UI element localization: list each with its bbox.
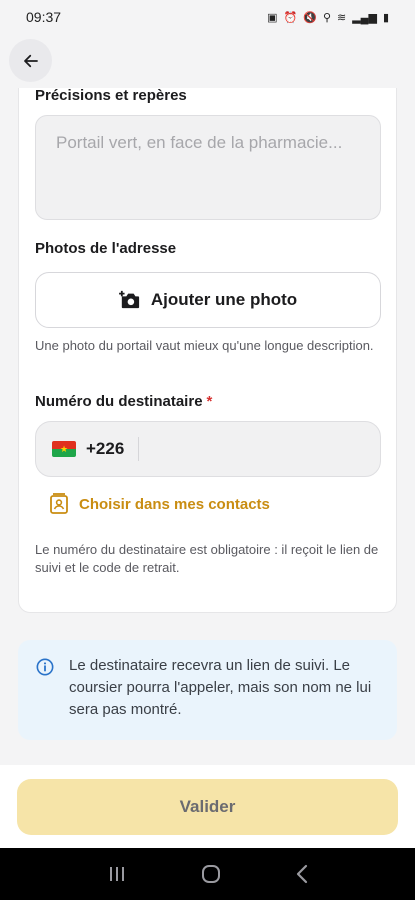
validate-button[interactable]: Valider bbox=[17, 779, 398, 835]
add-photo-icon bbox=[118, 290, 139, 309]
field-separator bbox=[138, 437, 140, 461]
recent-apps-icon[interactable] bbox=[107, 865, 127, 883]
home-icon[interactable] bbox=[200, 863, 222, 885]
add-photo-label: Ajouter une photo bbox=[150, 290, 298, 309]
battery-icon: ▮ bbox=[382, 11, 389, 24]
system-back-icon[interactable] bbox=[295, 864, 309, 884]
info-text: Le destinataire recevra un lien de suivi… bbox=[69, 657, 372, 718]
choose-contacts-button[interactable]: Choisir dans mes contacts bbox=[49, 493, 270, 515]
validate-label: Valider bbox=[179, 797, 236, 816]
photo-help-text: Une photo du portail vaut mieux qu'une l… bbox=[35, 338, 374, 353]
address-form-card: Précisions et repères Portail vert, en f… bbox=[18, 88, 397, 613]
recipient-phone-field[interactable]: ★ +226 bbox=[35, 421, 381, 477]
info-icon bbox=[36, 658, 54, 676]
notification-icon: ▣ bbox=[267, 11, 278, 24]
back-button[interactable] bbox=[9, 39, 52, 82]
alarm-icon: ⏰ bbox=[283, 11, 298, 24]
status-bar: 09:37 ▣ ⏰ 🔇 ⚲ ≋ ▂▄▆ ▮ bbox=[0, 0, 415, 34]
details-label: Précisions et repères bbox=[35, 88, 187, 104]
contacts-icon bbox=[50, 493, 68, 514]
signal-icon: ▂▄▆ bbox=[352, 11, 377, 24]
recipient-label: Numéro du destinataire * bbox=[35, 393, 212, 410]
choose-contacts-label: Choisir dans mes contacts bbox=[79, 495, 270, 513]
status-time: 09:37 bbox=[26, 9, 62, 25]
back-arrow-icon bbox=[23, 54, 38, 67]
footer-bar: Valider bbox=[0, 765, 415, 848]
info-banner: Le destinataire recevra un lien de suivi… bbox=[18, 640, 397, 740]
flag-burkina-faso-icon[interactable]: ★ bbox=[52, 441, 76, 457]
required-mark: * bbox=[206, 393, 213, 410]
system-navigation-bar bbox=[0, 848, 415, 900]
mute-icon: 🔇 bbox=[303, 11, 317, 24]
form-scroll-area[interactable]: Précisions et repères Portail vert, en f… bbox=[0, 88, 415, 765]
wifi-icon: ≋ bbox=[337, 11, 347, 24]
status-icons: ▣ ⏰ 🔇 ⚲ ≋ ▂▄▆ ▮ bbox=[267, 11, 389, 24]
details-textarea[interactable]: Portail vert, en face de la pharmacie... bbox=[35, 115, 381, 220]
dial-code[interactable]: +226 bbox=[86, 439, 124, 459]
add-photo-button[interactable]: Ajouter une photo bbox=[35, 272, 381, 328]
recipient-help-text: Le numéro du destinataire est obligatoir… bbox=[35, 542, 379, 575]
location-icon: ⚲ bbox=[322, 11, 331, 24]
recipient-label-text: Numéro du destinataire bbox=[35, 393, 203, 410]
details-placeholder: Portail vert, en face de la pharmacie... bbox=[56, 133, 343, 152]
photos-label: Photos de l'adresse bbox=[35, 240, 177, 257]
